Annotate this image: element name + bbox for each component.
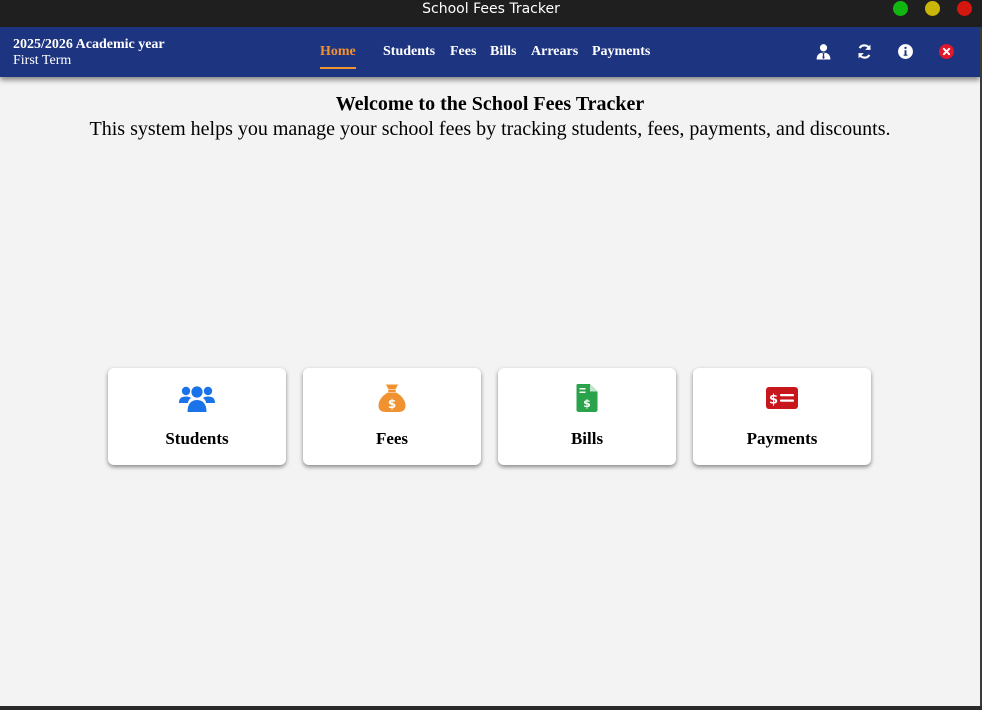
top-navbar: 2025/2026 Academic year First Term Home … [0,27,980,77]
nav-payments[interactable]: Payments [592,43,650,61]
payments-card-label: Payments [746,429,818,448]
bill-document-icon: $ [498,383,676,415]
window-title: School Fees Tracker [422,1,560,17]
welcome-heading: Welcome to the School Fees Tracker [335,93,645,115]
welcome-section: Welcome to the School Fees Tracker This … [0,93,980,141]
svg-text:$: $ [769,393,778,408]
nav-home[interactable]: Home [320,43,356,61]
fees-card[interactable]: $ Fees [303,368,481,465]
window-close-button[interactable] [957,1,972,16]
nav-active-underline [320,67,356,69]
svg-text:$: $ [388,397,396,411]
academic-period: 2025/2026 Academic year First Term [13,37,165,69]
students-card-label: Students [165,429,229,448]
refresh-icon[interactable] [856,43,873,60]
window-titlebar: School Fees Tracker [0,0,982,27]
close-circle-icon[interactable] [938,43,955,60]
users-icon [108,383,286,415]
nav-arrears[interactable]: Arrears [531,43,578,61]
app-window: 2025/2026 Academic year First Term Home … [0,27,980,706]
bills-card[interactable]: $ Bills [498,368,676,465]
window-maximize-button[interactable] [925,1,940,16]
bills-card-label: Bills [570,429,604,448]
svg-text:$: $ [583,397,591,410]
money-bill-icon: $ [693,383,871,415]
nav-students[interactable]: Students [383,43,435,61]
fees-card-label: Fees [375,429,409,448]
payments-card[interactable]: $ Payments [693,368,871,465]
window-minimize-button[interactable] [893,1,908,16]
money-bag-icon: $ [303,383,481,415]
students-card[interactable]: Students [108,368,286,465]
academic-term: First Term [13,53,72,68]
welcome-description: This system helps you manage your school… [89,118,891,140]
info-icon[interactable] [897,43,914,60]
user-icon[interactable] [815,43,832,60]
nav-bills[interactable]: Bills [490,43,516,61]
nav-fees[interactable]: Fees [450,43,476,61]
window-bottom-border [0,706,982,710]
academic-year: 2025/2026 Academic year [13,37,165,52]
